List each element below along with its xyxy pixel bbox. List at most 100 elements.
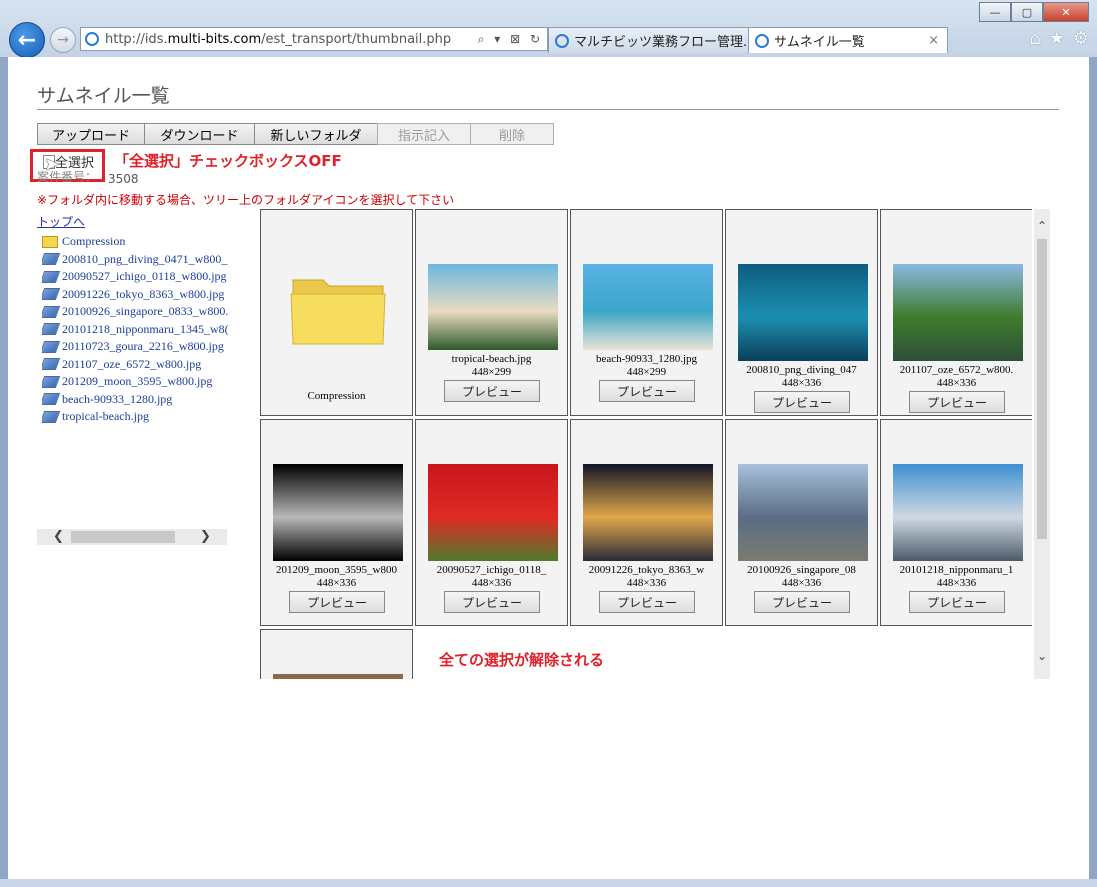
settings-gear-icon[interactable]: ⚙ [1073,28,1089,49]
image-file-icon [42,358,61,371]
image-thumbnail[interactable]: 201209_moon_3595_w800 448×336 プレビュー [260,419,413,626]
image-file-icon [42,305,61,318]
thumbnail-dimensions: 448×336 [316,577,357,589]
thumbnail-name: 201107_oze_6572_w800. [899,364,1014,376]
image-thumbnail[interactable]: 200810_png_diving_047 448×336 プレビュー [725,209,878,416]
image-thumbnail[interactable] [260,629,413,679]
delete-button[interactable]: 削除 [470,123,554,145]
tree-item-label: 20101218_nipponmaru_1345_w8( [62,321,228,336]
image-file-icon [42,340,61,353]
image-file-icon [42,253,61,266]
preview-button[interactable]: プレビュー [599,591,695,613]
image-thumbnail[interactable]: beach-90933_1280.jpg 448×299 プレビュー [570,209,723,416]
image-file-icon [42,288,61,301]
tab-label: サムネイル一覧 [774,35,865,50]
tree-item[interactable]: 20101218_nipponmaru_1345_w8( [42,321,228,339]
image-thumbnail[interactable]: 20090527_ichigo_0118_ 448×336 プレビュー [415,419,568,626]
thumbnail-dimensions: 448×336 [936,377,977,389]
scroll-left-icon[interactable]: ❮ [53,529,64,544]
tree-item-label: 20091226_tokyo_8363_w800.jpg [62,286,225,301]
new-folder-button[interactable]: 新しいフォルダ [254,123,378,145]
scroll-down-icon[interactable]: ⌄ [1037,649,1047,663]
thumbnail-grid: Compression tropical-beach.jpg 448×299 プレビュ… [260,209,1032,679]
thumbnail-dimensions: 448×336 [626,577,667,589]
upload-button[interactable]: アップロード [37,123,145,145]
tab-label: マルチビッツ業務フロー管理... [574,35,756,50]
image-thumbnail[interactable]: 201107_oze_6572_w800. 448×336 プレビュー [880,209,1032,416]
tab-workflow[interactable]: マルチビッツ業務フロー管理... [548,27,774,53]
image-file-icon [42,393,61,406]
image-file-icon [42,270,61,283]
thumbnail-image [738,264,868,361]
close-window-button[interactable]: ✕ [1043,2,1089,22]
thumbnail-name: beach-90933_1280.jpg [595,353,698,365]
scrollbar-thumb[interactable] [1037,239,1047,539]
preview-button[interactable]: プレビュー [599,380,695,402]
to-top-link[interactable]: トップへ [37,213,85,230]
forward-arrow-icon: → [57,32,69,48]
select-all-highlight: 全選択 案件番号： [30,149,105,184]
preview-button[interactable]: プレビュー [754,591,850,613]
image-thumbnail[interactable]: tropical-beach.jpg 448×299 プレビュー [415,209,568,416]
ie-logo-icon [85,32,99,46]
back-arrow-icon: ← [17,27,37,53]
tree-item[interactable]: tropical-beach.jpg [42,408,228,426]
home-icon[interactable]: ⌂ [1029,28,1040,49]
tree-item[interactable]: 20091226_tokyo_8363_w800.jpg [42,286,228,304]
preview-button[interactable]: プレビュー [444,591,540,613]
image-file-icon [42,375,61,388]
favorites-star-icon[interactable]: ★ [1049,28,1065,49]
address-tools[interactable]: ⌕ ▾ ⊠ ↻ [478,32,543,47]
tree-item[interactable]: 201107_oze_6572_w800.jpg [42,356,228,374]
tree-item[interactable]: Compression [42,233,228,251]
preview-button[interactable]: プレビュー [754,391,850,413]
scroll-right-icon[interactable]: ❯ [200,529,211,544]
tree-item[interactable]: 200810_png_diving_0471_w800_ [42,251,228,269]
tab-close-icon[interactable]: × [928,33,939,48]
maximize-button[interactable]: ▢ [1011,2,1043,22]
tree-item[interactable]: 20090527_ichigo_0118_w800.jpg [42,268,228,286]
tree-item[interactable]: beach-90933_1280.jpg [42,391,228,409]
image-thumbnail[interactable]: 20100926_singapore_08 448×336 プレビュー [725,419,878,626]
window-bottom-frame [0,879,1097,887]
tree-item[interactable]: 20100926_singapore_0833_w800. [42,303,228,321]
thumbnail-image [428,264,558,350]
thumbnail-name: Compression [307,390,366,402]
folder-tree: Compression 200810_png_diving_0471_w800_ 2… [42,233,228,426]
count-value: 3508 [108,172,139,186]
image-thumbnail[interactable]: 20091226_tokyo_8363_w 448×336 プレビュー [570,419,723,626]
folder-icon [290,279,386,345]
download-button[interactable]: ダウンロード [144,123,255,145]
tree-item[interactable]: 201209_moon_3595_w800.jpg [42,373,228,391]
thumbnail-dimensions: 448×336 [781,577,822,589]
tree-item-label: Compression [62,234,126,249]
scrollbar-thumb[interactable] [71,531,175,543]
grid-vertical-scrollbar[interactable]: ⌃ ⌄ [1034,209,1050,679]
folder-icon [42,235,58,248]
forward-button[interactable]: → [50,27,76,53]
ie-logo-icon [755,33,769,48]
folder-thumbnail[interactable]: Compression [260,209,413,416]
thumbnail-dimensions: 448×336 [471,577,512,589]
tree-item-label: 201107_oze_6572_w800.jpg [62,356,202,371]
minimize-button[interactable]: — [979,2,1011,22]
tree-item-label: 201209_moon_3595_w800.jpg [62,374,213,389]
scroll-up-icon[interactable]: ⌃ [1037,219,1047,233]
tree-item[interactable]: 20110723_goura_2216_w800.jpg [42,338,228,356]
tree-horizontal-scrollbar[interactable]: ❮ ❯ [37,529,227,545]
tree-item-label: 20090527_ichigo_0118_w800.jpg [62,269,227,284]
preview-button[interactable]: プレビュー [909,591,1005,613]
preview-button[interactable]: プレビュー [289,591,385,613]
browser-chrome: — ▢ ✕ ← → http://ids.multi-bits.com/est_… [0,0,1097,58]
address-bar[interactable]: http://ids.multi-bits.com/est_transport/… [80,27,548,51]
image-file-icon [42,323,61,336]
preview-button[interactable]: プレビュー [444,380,540,402]
thumbnail-image [893,464,1023,561]
preview-button[interactable]: プレビュー [909,391,1005,413]
instruction-button[interactable]: 指示記入 [377,123,471,145]
thumbnail-image [583,264,713,350]
image-thumbnail[interactable]: 20101218_nipponmaru_1 448×336 プレビュー [880,419,1032,626]
toolbar: アップロード ダウンロード 新しいフォルダ 指示記入 削除 [37,123,554,145]
back-button[interactable]: ← [9,22,45,58]
tab-thumbnail-list[interactable]: サムネイル一覧 × [748,27,948,53]
